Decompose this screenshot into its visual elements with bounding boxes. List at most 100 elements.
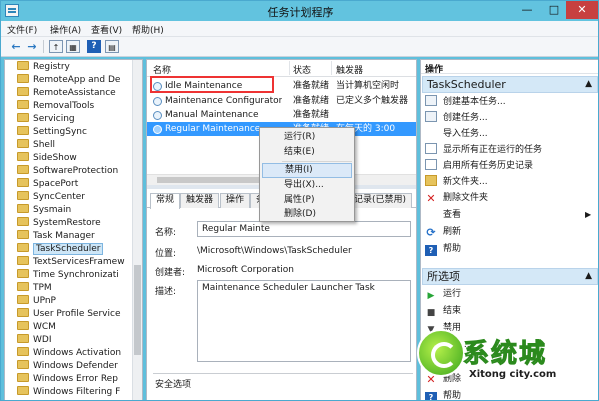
properties-icon[interactable]: ▤ (105, 40, 119, 53)
tree-item[interactable]: Windows Error Rep (17, 373, 118, 385)
tree-item[interactable]: WDI (17, 334, 51, 346)
action-create-task[interactable]: 创建任务... (425, 111, 488, 125)
column-status[interactable]: 状态 (293, 63, 311, 76)
menu-separator (282, 161, 352, 162)
context-end[interactable]: 结束(E) (262, 145, 352, 160)
tree-item[interactable]: SpacePort (17, 178, 78, 190)
context-properties[interactable]: 属性(P) (262, 193, 352, 208)
tree-scrollbar[interactable] (132, 60, 142, 400)
tree-item[interactable]: TextServicesFramew (17, 256, 125, 268)
task-row[interactable]: Manual Maintenance 准备就绪 (147, 108, 416, 122)
task-status: 准备就绪 (293, 81, 330, 91)
name-field[interactable]: Regular Mainte (197, 221, 411, 237)
collapse-arrow-icon[interactable]: ▲ (585, 77, 592, 92)
tree-item[interactable]: SyncCenter (17, 191, 85, 203)
tree-item[interactable]: RemoteApp and De (17, 74, 120, 86)
task-row[interactable]: Maintenance Configurator 准备就绪 已定义多个触发器 (147, 94, 416, 108)
context-run[interactable]: 运行(R) (262, 130, 352, 145)
context-disable[interactable]: 禁用(I) (262, 163, 352, 178)
column-divider[interactable] (289, 61, 290, 75)
tab-actions[interactable]: 操作 (220, 193, 251, 208)
maximize-button[interactable]: □ (541, 1, 567, 19)
tree-item[interactable]: UPnP (17, 295, 56, 307)
folder-icon (425, 175, 437, 186)
tree-item[interactable]: Sysmain (17, 204, 71, 216)
action-delete-folder[interactable]: ✕ 删除文件夹 (425, 191, 488, 205)
view-icon (425, 208, 437, 219)
section-title: TaskScheduler (427, 78, 506, 91)
action-run[interactable]: ▶ 运行 (425, 287, 461, 301)
task-clock-icon (153, 111, 162, 120)
tree-item[interactable]: Windows Defender (17, 360, 118, 372)
minimize-button[interactable]: — (514, 1, 540, 19)
action-label: 查看 (443, 210, 462, 220)
help-icon[interactable]: ? (87, 40, 101, 53)
tab-general[interactable]: 常规 (150, 193, 181, 209)
refresh-icon: ⟳ (426, 226, 436, 239)
tree-item[interactable]: Task Manager (17, 230, 95, 242)
toolbar: ← → ↑ ▦ ? ▤ (1, 37, 598, 57)
up-folder-icon[interactable]: ↑ (49, 40, 63, 53)
section-taskscheduler[interactable]: TaskScheduler ▲ (422, 76, 598, 93)
author-value: Microsoft Corporation (197, 265, 294, 275)
column-divider[interactable] (331, 61, 332, 75)
delete-x-icon: ✕ (426, 192, 436, 205)
tree-item[interactable]: WCM (17, 321, 56, 333)
title-bar: 任务计划程序 — □ ✕ (1, 1, 598, 21)
tree-item[interactable]: SoftwareProtection (17, 165, 118, 177)
context-delete[interactable]: 删除(D) (262, 207, 352, 222)
folder-icon (17, 243, 29, 252)
action-enable-history[interactable]: 启用所有任务历史记录 (425, 159, 533, 173)
action-label: 创建基本任务... (443, 97, 506, 107)
collapse-arrow-icon[interactable]: ▲ (585, 269, 592, 284)
tree-item[interactable]: SettingSync (17, 126, 87, 138)
security-options-label: 安全选项 (155, 380, 192, 390)
tree-item[interactable]: Shell (17, 139, 55, 151)
tree-item[interactable]: TPM (17, 282, 52, 294)
menu-action[interactable]: 操作(A) (50, 23, 81, 36)
tree-item[interactable]: Time Synchronizati (17, 269, 119, 281)
tab-triggers[interactable]: 触发器 (180, 193, 220, 208)
description-field[interactable]: Maintenance Scheduler Launcher Task (197, 280, 411, 362)
tree-item[interactable]: RemovalTools (17, 100, 94, 112)
action-create-basic-task[interactable]: 创建基本任务... (425, 95, 506, 109)
tree-item-taskscheduler[interactable]: TaskScheduler (17, 243, 104, 255)
folder-icon (17, 386, 29, 395)
task-name: Maintenance Configurator (165, 96, 283, 106)
tree-item[interactable]: Windows Filtering F (17, 386, 120, 398)
menu-file[interactable]: 文件(F) (7, 23, 37, 36)
close-button[interactable]: ✕ (566, 1, 598, 19)
column-name[interactable]: 名称 (153, 63, 171, 76)
action-help-2[interactable]: ? 帮助 (425, 389, 461, 400)
folder-icon (17, 282, 29, 291)
tree-item[interactable]: SystemRestore (17, 217, 101, 229)
action-view[interactable]: 查看 ▶ (425, 208, 591, 222)
tree-scrollbar-thumb[interactable] (134, 265, 141, 355)
general-properties: 名称: Regular Mainte 位置: \Microsoft\Window… (147, 208, 416, 400)
action-refresh[interactable]: ⟳ 刷新 (425, 225, 461, 239)
section-selected-item[interactable]: 所选项 ▲ (422, 268, 598, 285)
folder-icon (17, 113, 29, 122)
action-import-task[interactable]: 导入任务... (425, 127, 488, 141)
tree-item[interactable]: SideShow (17, 152, 77, 164)
action-help[interactable]: ? 帮助 (425, 242, 461, 256)
tree-item[interactable]: User Profile Service (17, 308, 120, 320)
tree-item[interactable]: RemoteAssistance (17, 87, 116, 99)
menu-view[interactable]: 查看(V) (91, 23, 122, 36)
action-show-running-tasks[interactable]: 显示所有正在运行的任务 (425, 143, 542, 157)
tree-item[interactable]: Registry (17, 61, 70, 73)
back-arrow-icon[interactable]: ← (9, 40, 23, 53)
context-export[interactable]: 导出(X)... (262, 178, 352, 193)
menu-help[interactable]: 帮助(H) (132, 23, 164, 36)
help-icon: ? (425, 245, 437, 256)
tree-item[interactable]: Windows Activation (17, 347, 121, 359)
forward-arrow-icon[interactable]: → (25, 40, 39, 53)
action-end[interactable]: ■ 结束 (425, 304, 461, 318)
task-trigger: 当计算机空闲时 (336, 81, 400, 91)
tree-item[interactable]: Servicing (17, 113, 75, 125)
action-new-folder[interactable]: 新文件夹... (425, 175, 488, 189)
folder-icon (17, 191, 29, 200)
column-trigger[interactable]: 触发器 (336, 63, 363, 76)
task-name: Regular Maintenance (165, 124, 261, 134)
show-tree-icon[interactable]: ▦ (66, 40, 80, 53)
